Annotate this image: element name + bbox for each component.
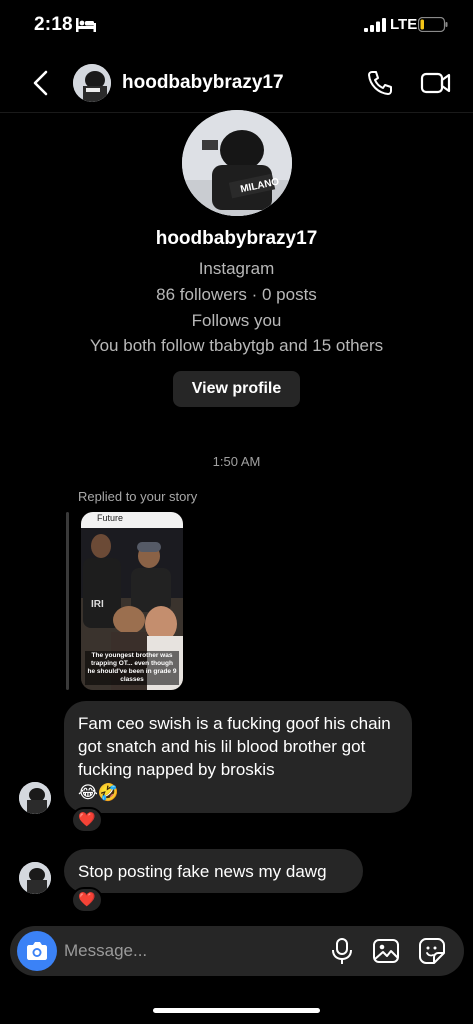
camera-icon: [27, 942, 47, 960]
microphone-icon[interactable]: [330, 937, 354, 965]
message-text: Stop posting fake news my dawg: [78, 862, 327, 881]
chat-header: hoodbabybrazy17: [0, 58, 473, 108]
message-timestamp: 1:50 AM: [212, 454, 261, 469]
reply-indicator-bar: [66, 512, 69, 690]
profile-platform: Instagram: [198, 259, 275, 278]
heart-reaction[interactable]: ❤️: [71, 887, 103, 913]
profile-username: hoodbabybrazy17: [155, 228, 318, 249]
svg-text:IRI: IRI: [91, 599, 104, 610]
home-indicator[interactable]: [153, 1008, 320, 1013]
message-input[interactable]: [64, 926, 324, 976]
heart-reaction[interactable]: ❤️: [71, 807, 103, 833]
story-header-strip: Future: [81, 512, 183, 528]
sender-avatar-image: [19, 862, 51, 894]
message-emojis: 😂🤣: [78, 783, 120, 803]
profile-stats: 86 followers · 0 posts: [156, 285, 317, 304]
phone-icon[interactable]: [366, 69, 394, 97]
sender-avatar[interactable]: [19, 782, 51, 814]
message-bubble[interactable]: Fam ceo swish is a fucking goof his chai…: [64, 701, 412, 813]
message-composer: [10, 926, 464, 976]
status-time: 2:18: [34, 14, 73, 35]
message-bubble[interactable]: Stop posting fake news my dawg: [64, 849, 363, 893]
profile-follows-you: Follows you: [191, 311, 282, 330]
signal-icon: [364, 18, 386, 32]
header-avatar[interactable]: [73, 64, 111, 102]
bed-icon: [76, 18, 96, 32]
view-profile-button[interactable]: View profile: [173, 371, 300, 407]
gallery-icon[interactable]: [372, 937, 400, 965]
sender-avatar-image: [19, 782, 51, 814]
sticker-icon[interactable]: [418, 937, 446, 965]
sender-avatar[interactable]: [19, 862, 51, 894]
camera-button[interactable]: [17, 931, 57, 971]
avatar-image: [73, 64, 111, 102]
battery-icon: [418, 17, 448, 32]
back-chevron-icon[interactable]: [28, 68, 54, 98]
story-reply-label: Replied to your story: [78, 489, 198, 504]
story-thumbnail[interactable]: IRI Future The youngest brother was trap…: [81, 512, 183, 690]
profile-avatar-image: MILANO: [182, 110, 292, 216]
profile-mutual-followers: You both follow tbabytgb and 15 others: [89, 336, 384, 355]
video-camera-icon[interactable]: [420, 69, 452, 97]
story-source-label: Future: [97, 513, 124, 523]
network-type: LTE: [390, 16, 418, 33]
message-text: Fam ceo swish is a fucking goof his chai…: [78, 714, 391, 779]
header-username[interactable]: hoodbabybrazy17: [122, 72, 284, 94]
profile-avatar[interactable]: MILANO: [182, 110, 292, 216]
story-caption: The youngest brother was trapping OT... …: [85, 651, 179, 685]
status-bar: 2:18 LTE: [0, 0, 473, 52]
